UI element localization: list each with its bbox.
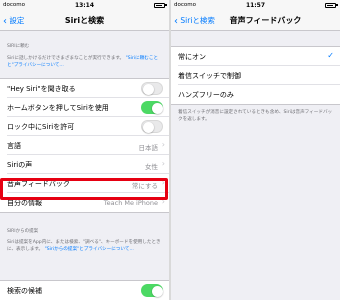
siri-search-screen: docomo 13:14 ‹ 設定 Siriと検索 SIRIに頼む Siriに話… bbox=[0, 0, 169, 300]
page-title: Siriと検索 bbox=[64, 16, 105, 25]
row-label: ホームボタンを押してSiriを使用 bbox=[7, 104, 109, 112]
row-language[interactable]: 言語 日本語 › bbox=[7, 136, 169, 155]
language-value: 日本語 bbox=[138, 143, 159, 152]
section-header-ask-siri: SIRIに頼む bbox=[7, 44, 30, 49]
option-label: 常にオン bbox=[178, 53, 206, 61]
ask-siri-note: Siriに話しかけるだけでさまざまなことが実行できます。 "Siriに頼むことと… bbox=[7, 56, 162, 69]
battery-nub bbox=[165, 4, 167, 6]
option-always-on[interactable]: 常にオン ✓ bbox=[178, 47, 340, 66]
checkmark-icon: ✓ bbox=[327, 51, 334, 60]
chevron-left-icon: ‹ bbox=[174, 15, 178, 27]
home-button-siri-toggle[interactable] bbox=[141, 101, 163, 114]
ask-siri-note-text: Siriに話しかけるだけでさまざまなことが実行できます。 bbox=[7, 56, 125, 61]
page-title: 音声フィードバック bbox=[229, 16, 302, 25]
row-label: 言語 bbox=[7, 142, 21, 150]
suggestions-privacy-link[interactable]: "Siriからの提案"とプライバシーについて... bbox=[45, 247, 134, 252]
status-bar: docomo 13:14 bbox=[0, 0, 169, 10]
nav-bar: ‹ Siriと検索 音声フィードバック bbox=[171, 10, 340, 31]
siri-voice-value: 女性 bbox=[145, 162, 158, 171]
option-hands-free[interactable]: ハンズフリーのみ bbox=[178, 85, 340, 104]
row-label: ロック中にSiriを許可 bbox=[7, 123, 75, 131]
status-bar: docomo 11:57 bbox=[171, 0, 340, 10]
allow-locked-toggle[interactable] bbox=[141, 120, 163, 133]
row-allow-when-locked[interactable]: ロック中にSiriを許可 bbox=[7, 117, 169, 136]
row-home-button-siri[interactable]: ホームボタンを押してSiriを使用 bbox=[7, 98, 169, 117]
nav-bar: ‹ 設定 Siriと検索 bbox=[0, 10, 169, 31]
chevron-right-icon: › bbox=[161, 140, 165, 149]
option-label: 着信スイッチで制御 bbox=[178, 72, 241, 80]
voice-feedback-options: 常にオン ✓ 着信スイッチで制御 ハンズフリーのみ bbox=[171, 46, 340, 105]
row-search-suggestions[interactable]: 検索の候補 bbox=[7, 281, 169, 300]
section-header-suggestions: SIRIからの提案 bbox=[7, 229, 39, 234]
status-time: 13:14 bbox=[74, 1, 95, 9]
chevron-right-icon: › bbox=[161, 159, 165, 168]
row-label: "Hey Siri"を聞き取る bbox=[7, 85, 76, 93]
row-siri-voice[interactable]: Siriの声 女性 › bbox=[7, 155, 169, 174]
option-ring-switch[interactable]: 着信スイッチで制御 bbox=[178, 66, 340, 85]
row-label: 検索の候補 bbox=[7, 287, 42, 295]
toggle-knob bbox=[142, 83, 154, 95]
voice-feedback-note: 着信スイッチが消音に設定されているときも含め、Siriは音声フィードバックを返し… bbox=[178, 110, 333, 122]
row-label: Siriの声 bbox=[7, 161, 33, 169]
suggestions-note: Siriは提案をApp内に、または検索、"調べる"、キーボードを使用したときに、… bbox=[7, 240, 162, 253]
voice-feedback-highlight bbox=[0, 178, 168, 200]
suggestions-group: 検索の候補 bbox=[0, 280, 169, 300]
hey-siri-toggle[interactable] bbox=[141, 82, 163, 95]
battery-icon bbox=[325, 2, 336, 8]
toggle-knob bbox=[151, 285, 163, 297]
status-time: 11:57 bbox=[245, 1, 266, 9]
toggle-knob bbox=[142, 121, 154, 133]
battery-nub bbox=[336, 4, 338, 6]
option-label: ハンズフリーのみ bbox=[178, 91, 234, 99]
battery-icon bbox=[154, 2, 165, 8]
row-hey-siri[interactable]: "Hey Siri"を聞き取る bbox=[7, 79, 169, 98]
voice-feedback-screen: docomo 11:57 ‹ Siriと検索 音声フィードバック 常にオン ✓ … bbox=[171, 0, 340, 300]
toggle-knob bbox=[151, 102, 163, 114]
search-suggestions-toggle[interactable] bbox=[141, 284, 163, 297]
